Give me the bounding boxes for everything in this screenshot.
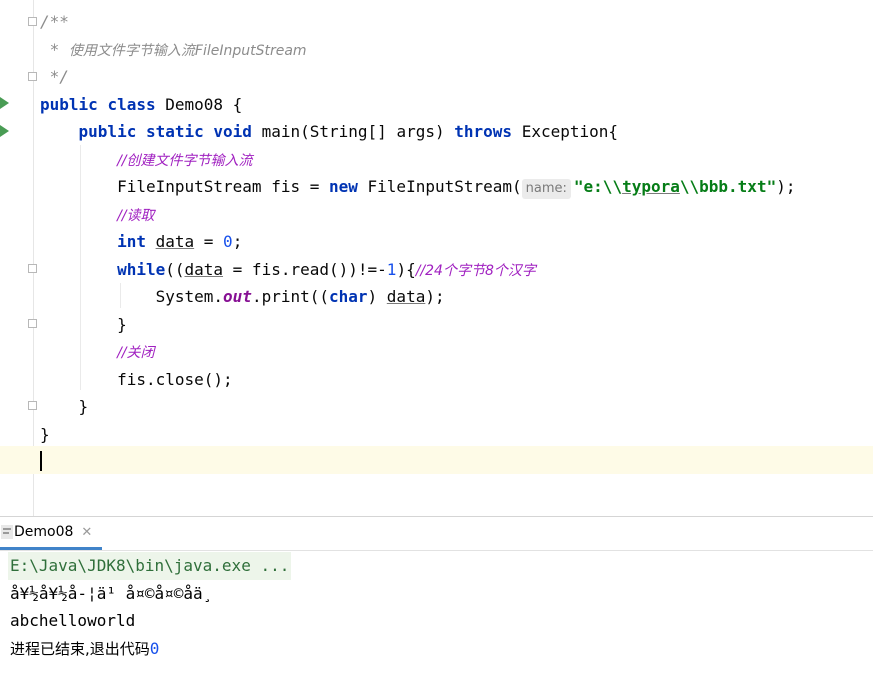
comment-24: //24个字节8个汉字	[416, 263, 536, 279]
string-typora: typora	[622, 177, 680, 196]
keyword-char: char	[329, 287, 368, 306]
fold-comment-end-icon[interactable]	[28, 72, 37, 81]
brace-close: }	[117, 315, 127, 334]
keyword-public: public	[40, 95, 98, 114]
doc-comment-text: 使用文件字节输入流FileInputStream	[69, 43, 307, 59]
code-line: //关闭	[40, 338, 795, 366]
cast-close: )	[368, 287, 387, 306]
run-tab-label: Demo08	[14, 524, 73, 540]
statement-end: );	[776, 177, 795, 196]
run-config-icon	[1, 525, 13, 539]
code-line: //读取	[40, 201, 795, 229]
code-line: System.out.print((char) data);	[40, 283, 795, 311]
code-line: fis.close();	[40, 366, 795, 394]
code-line: * 使用文件字节输入流FileInputStream	[40, 36, 795, 64]
run-main-icon[interactable]	[0, 125, 9, 137]
brace-close: }	[40, 425, 50, 444]
console-exit-line: 进程已结束,退出代码0	[10, 635, 159, 663]
code-line: int data = 0;	[40, 228, 795, 256]
console-output-line: abchelloworld	[10, 607, 135, 635]
comment-create: //创建文件字节输入流	[117, 153, 252, 169]
close-icon[interactable]: ✕	[81, 525, 92, 540]
code-line: }	[40, 421, 795, 449]
code-line: FileInputStream fis = new FileInputStrea…	[40, 173, 795, 201]
keyword-while: while	[117, 260, 165, 279]
console-output[interactable]: E:\Java\JDK8\bin\java.exe ... å¥½å¥½å-¦ä…	[0, 551, 873, 679]
current-line-highlight	[0, 446, 873, 474]
close-call: fis.close();	[117, 370, 233, 389]
decl-type: FileInputStream fis =	[117, 177, 329, 196]
paren-open: ((	[165, 260, 184, 279]
number-zero: 0	[223, 232, 233, 251]
doc-comment-star: *	[40, 40, 69, 59]
variable-data: data	[185, 260, 224, 279]
keyword-int: int	[117, 232, 146, 251]
code-lines: /** * 使用文件字节输入流FileInputStream */ public…	[40, 8, 795, 448]
assign-op: =	[194, 232, 223, 251]
paren-close: ){	[396, 260, 415, 279]
doc-comment-open: /**	[40, 12, 69, 31]
code-line: public class Demo08 {	[40, 91, 795, 119]
code-line: public static void main(String[] args) t…	[40, 118, 795, 146]
variable-data: data	[387, 287, 426, 306]
fold-while-end-icon[interactable]	[28, 319, 37, 328]
exit-message: 进程已结束,退出代码	[10, 640, 150, 658]
console-garbled-output: å¥½å¥½å-¦ä¹ å¤©å¤©åä¸	[10, 580, 212, 608]
code-line: */	[40, 63, 795, 91]
run-class-icon[interactable]	[0, 97, 9, 109]
brace-close: }	[79, 397, 89, 416]
parameter-hint: name:	[522, 179, 571, 199]
code-line: }	[40, 393, 795, 421]
keyword-class: class	[107, 95, 155, 114]
run-tab-demo08[interactable]: Demo08 ✕	[0, 517, 102, 550]
doc-comment-close: */	[40, 67, 69, 86]
code-line: //创建文件字节输入流	[40, 146, 795, 174]
system-ref: System.	[156, 287, 223, 306]
fold-while-icon[interactable]	[28, 264, 37, 273]
run-tool-window-tabs: Demo08 ✕	[0, 517, 873, 551]
main-signature: main(String[] args)	[262, 122, 445, 141]
string-part: \\bbb.txt"	[680, 177, 776, 196]
comment-close: //关闭	[117, 345, 154, 361]
statement-end: );	[425, 287, 444, 306]
constructor-call: FileInputStream(	[368, 177, 522, 196]
print-call: .print((	[252, 287, 329, 306]
code-line: /**	[40, 8, 795, 36]
keyword-new: new	[329, 177, 358, 196]
fold-comment-icon[interactable]	[28, 17, 37, 26]
exception-type: Exception{	[522, 122, 618, 141]
semicolon: ;	[233, 232, 243, 251]
while-condition: = fis.read())!=-	[223, 260, 387, 279]
code-editor[interactable]: /** * 使用文件字节输入流FileInputStream */ public…	[0, 0, 873, 516]
field-out: out	[223, 287, 252, 306]
keyword-public: public	[79, 122, 137, 141]
text-caret	[40, 451, 42, 471]
keyword-throws: throws	[454, 122, 512, 141]
class-name: Demo08 {	[165, 95, 242, 114]
variable-data: data	[156, 232, 195, 251]
keyword-void: void	[213, 122, 252, 141]
fold-method-end-icon[interactable]	[28, 401, 37, 410]
code-line: }	[40, 311, 795, 339]
number-one: 1	[387, 260, 397, 279]
code-line: while((data = fis.read())!=-1){//24个字节8个…	[40, 256, 795, 284]
console-command-line[interactable]: E:\Java\JDK8\bin\java.exe ...	[8, 552, 291, 580]
string-part: "e:\\	[574, 177, 622, 196]
keyword-static: static	[146, 122, 204, 141]
exit-code: 0	[150, 639, 160, 658]
comment-read: //读取	[117, 208, 154, 224]
